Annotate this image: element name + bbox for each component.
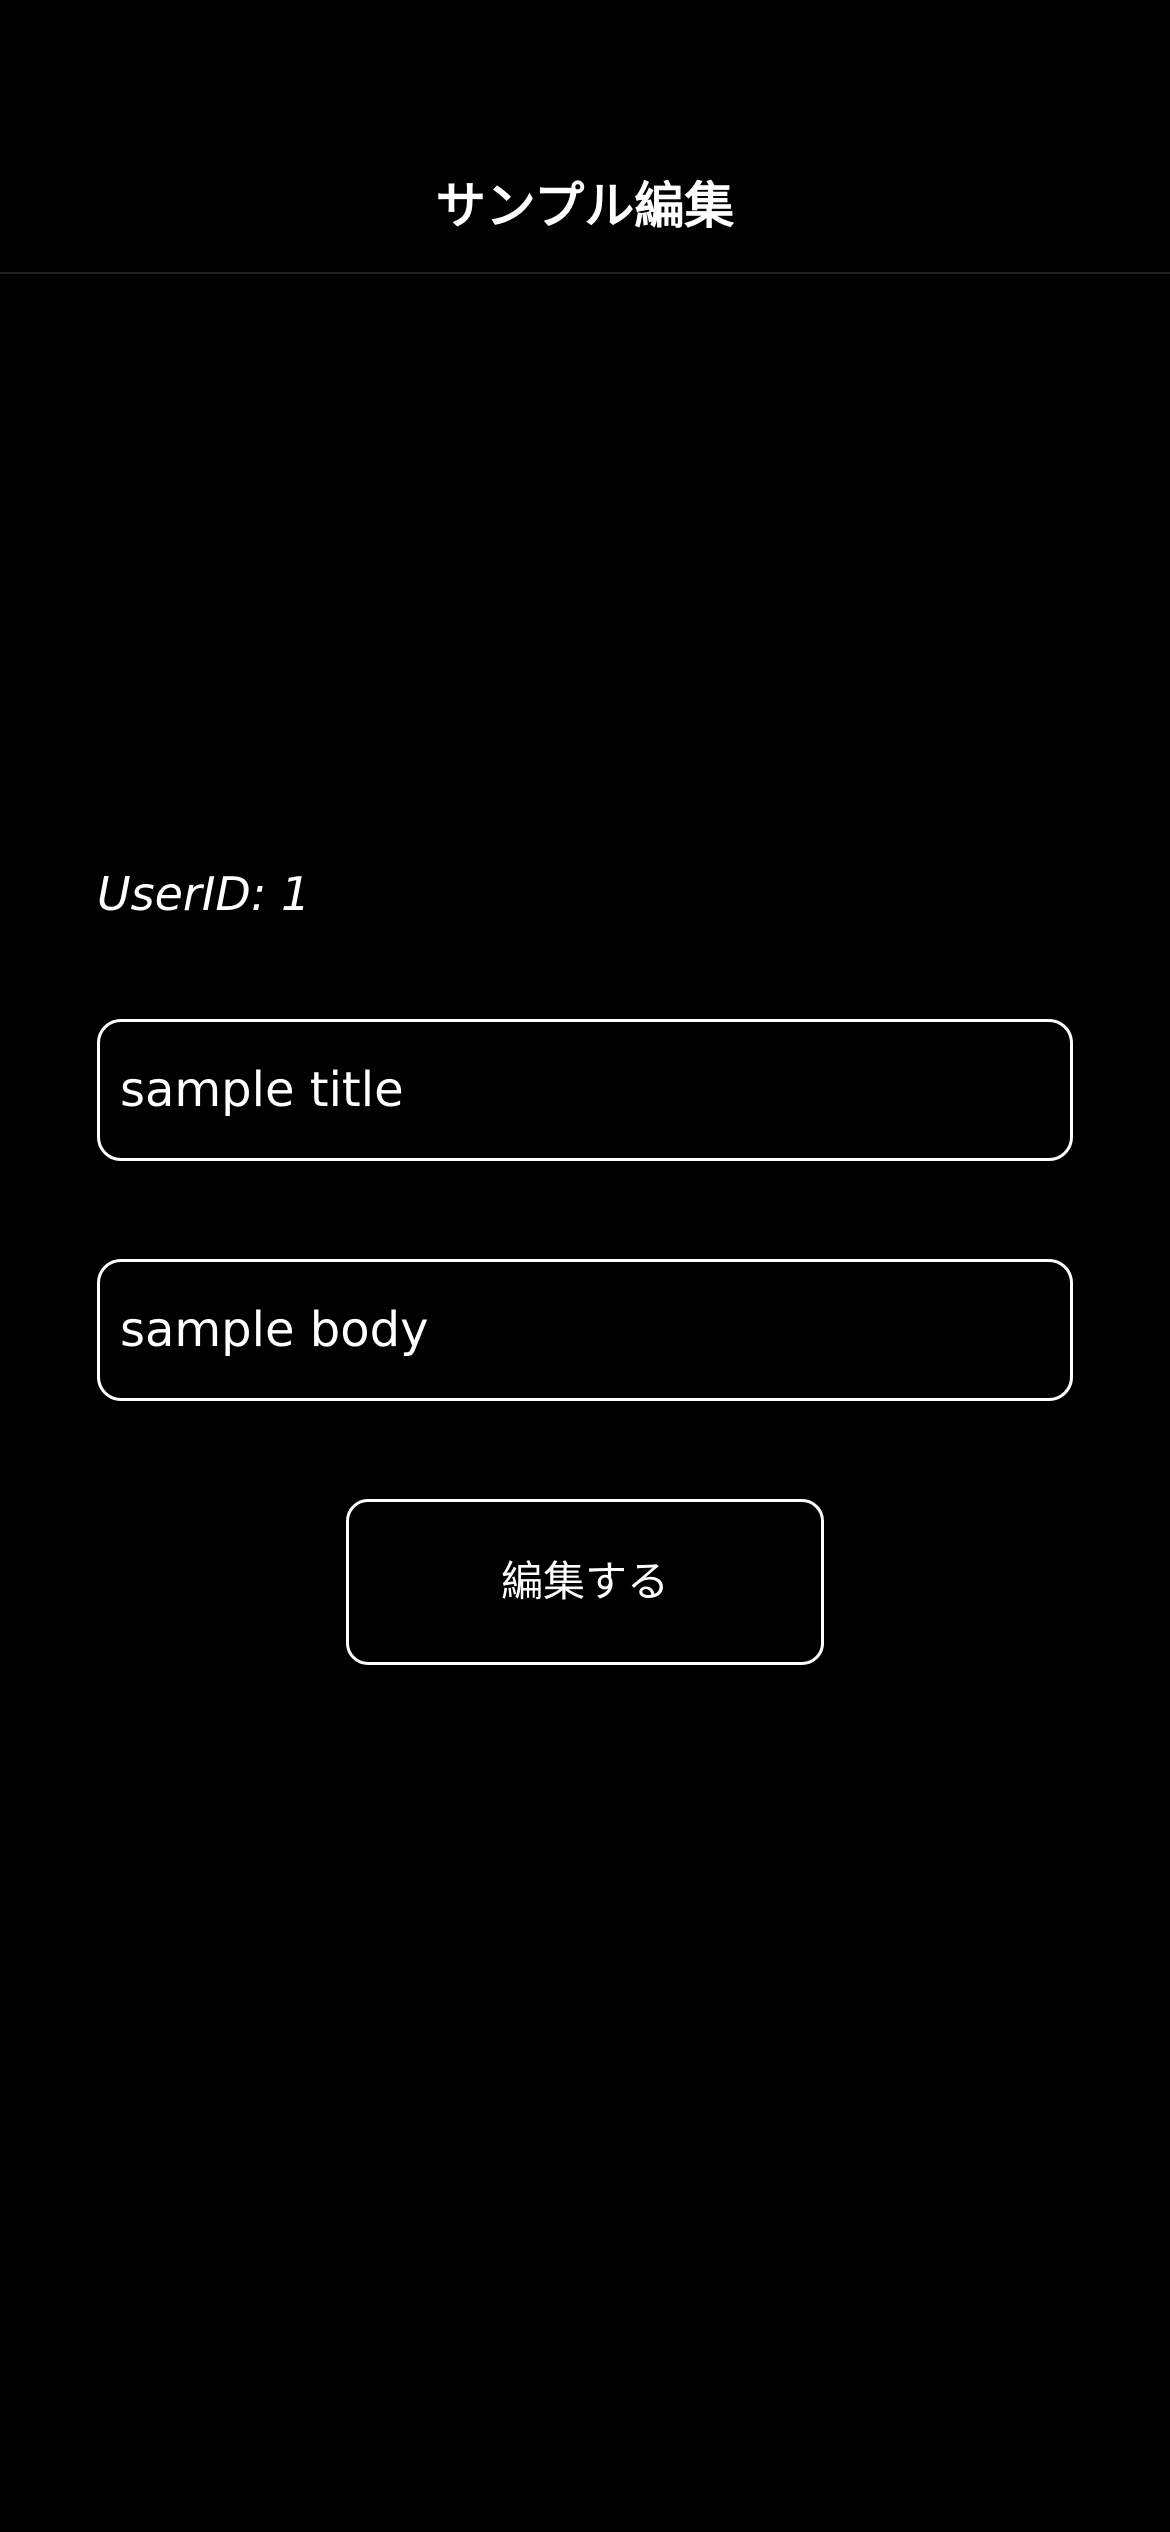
body-input[interactable]: sample body — [97, 1259, 1073, 1401]
title-input[interactable]: sample title — [97, 1019, 1073, 1161]
edit-button[interactable]: 編集する — [346, 1499, 824, 1665]
title-input-value: sample title — [120, 1062, 404, 1118]
user-id-label: UserID: 1 — [97, 867, 311, 921]
navigation-bar: サンプル編集 — [0, 0, 1170, 274]
page-title: サンプル編集 — [435, 177, 735, 235]
body-input-value: sample body — [120, 1302, 429, 1358]
edit-button-label: 編集する — [500, 1557, 669, 1606]
